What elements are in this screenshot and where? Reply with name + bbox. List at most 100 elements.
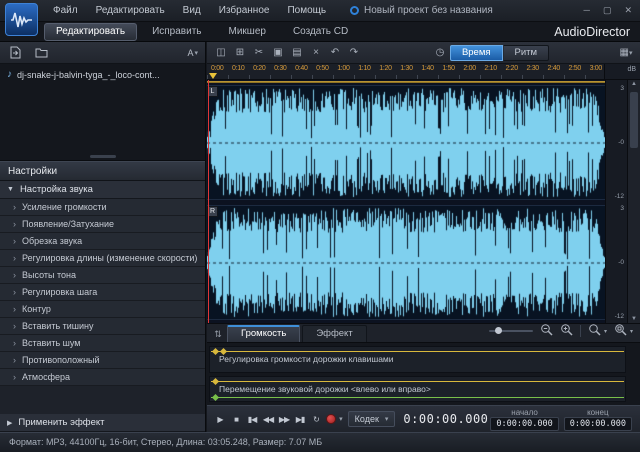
pan-automation-lane[interactable]: Перемещение звуковой дорожки <влево или … [209,376,626,403]
pan-center-line[interactable] [211,397,624,398]
zoom-out-icon[interactable] [540,323,553,339]
stop-button[interactable]: ■ [229,411,243,427]
selection-range-bar[interactable] [207,81,605,83]
media-list-item[interactable]: ♪ dj-snake-j-balvin-tyga_-_loco-cont... [0,67,205,82]
playhead-marker[interactable] [209,73,217,79]
range-select-icon[interactable]: ◫ [212,44,230,61]
ruler-label: 0:00 [211,65,223,72]
codec-button[interactable]: Кодек ▾ [348,411,396,427]
redo-icon[interactable]: ↷ [345,44,363,61]
scrollbar-thumb[interactable] [630,92,638,148]
record-options-icon[interactable]: ▾ [339,415,343,423]
copy-icon[interactable]: ▣ [269,44,287,61]
waveform-left-canvas[interactable] [207,86,605,199]
time-select-icon[interactable]: ⊞ [231,44,249,61]
maximize-button[interactable]: ▢ [603,5,612,16]
undo-icon[interactable]: ↶ [326,44,344,61]
delete-icon[interactable]: × [307,44,325,61]
view-options-icon[interactable]: ▦▾ [617,44,635,61]
lane-label: Регулировка громкости дорожки клавишами [219,354,394,364]
sort-icon[interactable]: A▾ [187,48,198,58]
menu-item[interactable]: Избранное [210,0,279,22]
db-label: 3 [620,205,624,212]
menu-item[interactable]: Редактировать [87,0,174,22]
ruler-label: 1:30 [400,65,412,72]
channel-right[interactable]: R [207,205,605,320]
collapse-lanes-icon[interactable]: ⇅ [211,329,225,340]
zoom-fit-icon[interactable] [614,323,627,339]
menu-item[interactable]: Файл [44,0,87,22]
tab-volume[interactable]: Громкость [227,325,300,342]
keyframe-handle[interactable] [212,394,219,401]
settings-header: Настройки [0,161,205,181]
group-apply-effect[interactable]: ▶ Применить эффект [0,414,205,432]
volume-automation-lane[interactable]: Регулировка громкости дорожки клавишами [209,346,626,373]
minimize-button[interactable]: ─ [584,5,590,16]
app-logo [5,3,38,36]
menu-item[interactable]: Помощь [278,0,335,22]
ruler-label: 0:10 [232,65,244,72]
group-audio-adjustment[interactable]: ▼ Настройка звука [0,181,205,199]
media-list: ♪ dj-snake-j-balvin-tyga_-_loco-cont... [0,64,205,161]
play-button[interactable]: ▶ [213,411,227,427]
keyframe-handle[interactable] [212,348,219,355]
tab-restore[interactable]: Исправить [140,23,213,41]
start-time-field[interactable]: 0:00:00.000 [490,417,558,431]
settings-item[interactable]: › Появление/Затухание [0,216,205,233]
playhead-line[interactable] [208,80,209,323]
tab-effect[interactable]: Эффект [302,325,366,342]
beat-mode-button[interactable]: Ритм [504,45,550,61]
ruler-label: 0:50 [316,65,328,72]
settings-item[interactable]: › Регулировка длины (изменение скорости) [0,250,205,267]
rewind-button[interactable]: ◀◀ [261,411,275,427]
settings-item[interactable]: › Обрезка звука [0,233,205,250]
zoom-slider-knob[interactable] [495,327,502,334]
playlist-scrollbar[interactable] [90,155,116,158]
step-back-button[interactable]: ▮◀ [245,411,259,427]
settings-item[interactable]: › Усиление громкости [0,199,205,216]
range-block: начало конец 0:00:00.000 0:00:00.000 [490,408,634,431]
ruler-label: 0:40 [295,65,307,72]
status-bar: Формат: MP3, 44100Гц, 16-бит, Стерео, Дл… [0,432,640,452]
scroll-up-icon[interactable]: ▲ [631,81,637,87]
pan-automation-line[interactable] [211,381,624,382]
import-folder-icon[interactable] [33,45,49,61]
import-media-icon[interactable] [7,45,23,61]
settings-item[interactable]: › Вставить шум [0,335,205,352]
chevron-right-icon: › [13,372,16,382]
waveform-right-canvas[interactable] [207,206,605,319]
end-time-field[interactable]: 0:00:00.000 [564,417,632,431]
tab-edit[interactable]: Редактировать [44,23,137,41]
vertical-scrollbar[interactable]: ▲ ▼ [627,80,640,323]
paste-icon[interactable]: ▤ [288,44,306,61]
volume-automation-line[interactable] [211,351,624,352]
tab-create-cd[interactable]: Создать CD [281,23,360,41]
chevron-right-icon: › [13,304,16,314]
scroll-down-icon[interactable]: ▼ [631,316,637,322]
divider [580,325,581,337]
channel-left[interactable]: L [207,85,605,200]
zoom-selection-icon[interactable] [588,323,601,339]
loop-button[interactable]: ↻ [309,411,323,427]
cut-icon[interactable]: ✂ [250,44,268,61]
record-button[interactable] [325,411,337,427]
settings-item[interactable]: › Высоты тона [0,267,205,284]
timeline-ruler[interactable]: 0:000:100:200:300:400:501:001:101:201:30… [207,64,604,79]
settings-item[interactable]: › Регулировка шага [0,284,205,301]
settings-item[interactable]: › Противоположный [0,352,205,369]
zoom-slider[interactable] [489,330,533,332]
db-label: 3 [620,85,624,92]
settings-item[interactable]: › Контур [0,301,205,318]
menu-item[interactable]: Вид [174,0,210,22]
fast-forward-button[interactable]: ▶▶ [277,411,291,427]
settings-item[interactable]: › Вставить тишину [0,318,205,335]
step-forward-button[interactable]: ▶▮ [293,411,307,427]
close-button[interactable]: ✕ [624,5,632,16]
zoom-in-icon[interactable] [560,323,573,339]
time-mode-button[interactable]: Время [450,45,503,61]
db-label: -12 [615,313,624,320]
settings-item[interactable]: › Атмосфера [0,369,205,386]
tab-mixer[interactable]: Микшер [217,23,278,41]
clock-icon[interactable]: ◷ [431,44,449,61]
keyframe-handle[interactable] [212,377,219,384]
